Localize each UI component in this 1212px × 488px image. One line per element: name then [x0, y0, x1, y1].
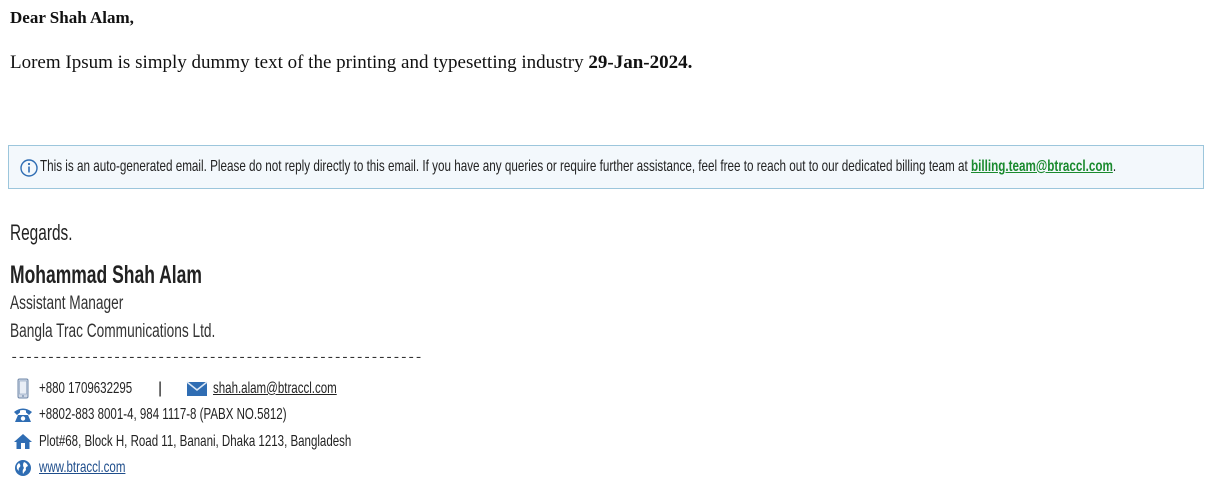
intro-text: Lorem Ipsum is simply dummy text of the … — [10, 52, 584, 73]
auto-generated-notice: This is an auto-generated email. Please … — [8, 145, 1204, 189]
email-greeting: Dear Shah Alam, — [10, 8, 134, 27]
signature-email-link[interactable]: shah.alam@btraccl.com — [213, 380, 337, 397]
mobile-phone-icon — [17, 378, 29, 399]
address-text: Plot#68, Block H, Road 11, Banani, Dhaka… — [39, 433, 352, 450]
notice-message: This is an auto-generated email. Please … — [40, 158, 972, 175]
signature-name: Mohammad Shah Alam — [10, 261, 202, 289]
website: www.btraccl.com — [39, 459, 125, 477]
signature-email: shah.alam@btraccl.com — [213, 380, 337, 398]
globe-icon — [15, 460, 31, 476]
signature-title: Assistant Manager — [10, 293, 124, 314]
website-link[interactable]: www.btraccl.com — [39, 459, 125, 476]
signature-divider: ----------------------------------------… — [10, 350, 423, 366]
notice-suffix: . — [1112, 158, 1117, 175]
telephone-icon — [14, 408, 32, 422]
envelope-icon — [186, 381, 208, 396]
signature-regards: Regards. — [10, 220, 73, 245]
notice-text: This is an auto-generated email. Please … — [40, 158, 1116, 176]
info-icon — [20, 159, 38, 177]
phone-number: +8802-883 8001-4, 984 1117-8 (PABX NO.58… — [39, 406, 287, 423]
signature-company: Bangla Trac Communications Ltd. — [10, 321, 216, 342]
mobile-number: +880 1709632295 — [39, 380, 133, 397]
email-intro: Lorem Ipsum is simply dummy text of the … — [10, 52, 692, 74]
contact-separator: | — [158, 380, 163, 397]
billing-email-link[interactable]: billing.team@btraccl.com — [971, 158, 1113, 175]
intro-date: 29-Jan-2024. — [588, 52, 693, 73]
home-icon — [14, 434, 32, 449]
